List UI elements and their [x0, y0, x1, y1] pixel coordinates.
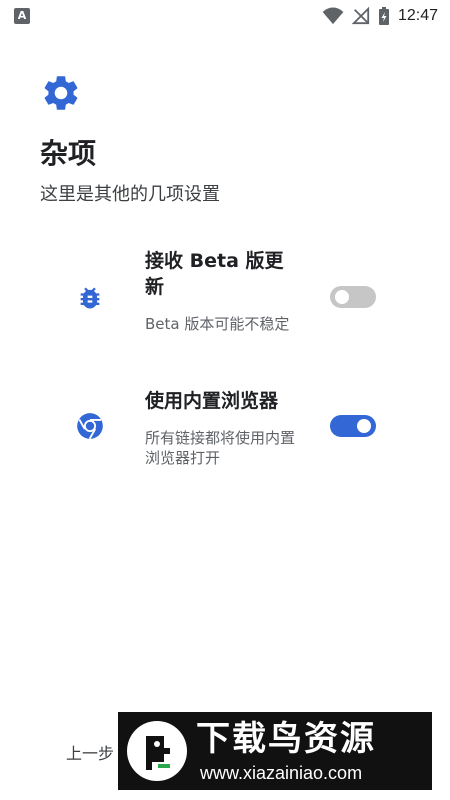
status-bar: A 12:47: [0, 0, 450, 32]
watermark-banner: 下载鸟资源 www.xiazainiao.com: [118, 712, 432, 790]
page-title: 杂项: [40, 137, 97, 170]
previous-button[interactable]: 上一步: [66, 740, 114, 764]
page-subtitle: 这里是其他的几项设置: [40, 184, 220, 205]
setting-title: 接收 Beta 版更新: [145, 250, 284, 298]
setting-row-builtin-browser[interactable]: 使用内置浏览器 所有链接都将使用内置浏览器打开: [0, 386, 450, 476]
setting-description: 所有链接都将使用内置浏览器打开: [145, 429, 296, 467]
beta-updates-toggle[interactable]: [330, 286, 376, 308]
watermark-url: www.xiazainiao.com: [200, 763, 363, 783]
status-icons: 12:47: [322, 5, 438, 27]
clock: 12:47: [397, 7, 438, 24]
watermark-title: 下载鸟资源: [196, 719, 376, 759]
text-a-icon: A: [14, 8, 30, 24]
no-signal-icon: [351, 7, 370, 25]
setting-row-beta-updates[interactable]: 接收 Beta 版更新 Beta 版本可能不稳定: [0, 246, 450, 356]
battery-charging-icon: [378, 7, 389, 25]
toggle-knob: [357, 419, 371, 433]
wifi-icon: [322, 7, 344, 25]
builtin-browser-toggle[interactable]: [330, 415, 376, 437]
chrome-icon: [77, 413, 103, 440]
setting-description: Beta 版本可能不稳定: [145, 315, 290, 333]
bug-icon: [80, 287, 100, 309]
gear-icon: [44, 76, 78, 110]
setting-title: 使用内置浏览器: [145, 390, 279, 412]
bird-logo-icon: [127, 721, 187, 781]
toggle-knob: [335, 290, 349, 304]
